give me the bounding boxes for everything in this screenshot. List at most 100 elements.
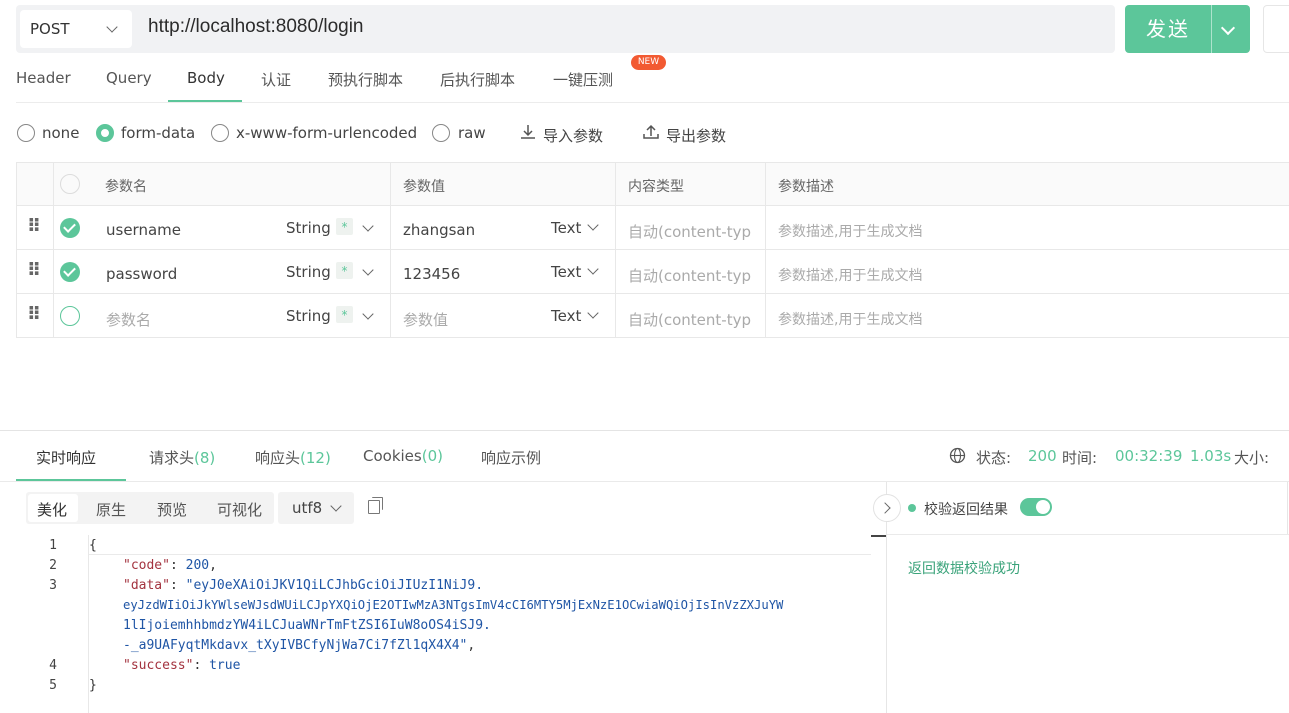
validate-toggle[interactable] <box>1020 498 1052 516</box>
chevron-down-icon[interactable] <box>587 219 599 231</box>
tab-post-script[interactable]: 后执行脚本 <box>440 69 515 90</box>
radio-form-data-label[interactable]: form-data <box>121 124 195 142</box>
json-value: -_a9UAFyqtMkdavx_tXyIVBCfyNjWa7Ci7fZl1qX… <box>123 638 468 653</box>
format-visualize[interactable]: 可视化 <box>217 499 262 520</box>
tab-pre-script[interactable]: 预执行脚本 <box>328 69 403 90</box>
chevron-down-icon[interactable] <box>362 264 374 276</box>
value-type[interactable]: Text <box>551 307 581 325</box>
collapse-panel-button[interactable] <box>873 494 901 522</box>
radio-none-label[interactable]: none <box>42 124 79 142</box>
encoding-select[interactable]: utf8 <box>278 492 354 524</box>
param-type[interactable]: String <box>286 307 331 325</box>
content-type[interactable]: 自动(content-typ <box>628 221 751 242</box>
tab-request-headers[interactable]: 请求头(8) <box>149 447 215 468</box>
chevron-down-icon[interactable] <box>587 263 599 275</box>
required-mark[interactable]: * <box>336 218 353 235</box>
code-line: { <box>89 538 97 553</box>
required-mark[interactable]: * <box>336 306 353 323</box>
tab-query[interactable]: Query <box>106 69 152 87</box>
scrollbar[interactable] <box>871 535 886 537</box>
format-raw[interactable]: 原生 <box>96 499 126 520</box>
new-badge: NEW <box>631 55 666 70</box>
radio-form-data[interactable] <box>96 124 114 142</box>
param-value-input[interactable]: 参数值 <box>403 309 448 330</box>
radio-none[interactable] <box>17 124 35 142</box>
export-params-button[interactable]: 导出参数 <box>666 125 726 146</box>
radio-urlencoded-label[interactable]: x-www-form-urlencoded <box>236 124 417 142</box>
param-type[interactable]: String <box>286 263 331 281</box>
json-sep: : <box>193 658 210 673</box>
current-line-highlight <box>89 554 871 555</box>
param-name[interactable]: password <box>106 265 177 283</box>
row-checkbox[interactable] <box>60 306 80 326</box>
json-sep: : <box>169 578 186 593</box>
chevron-down-icon[interactable] <box>587 307 599 319</box>
method-label: POST <box>30 20 70 38</box>
duration-value: 1.03s <box>1190 447 1232 465</box>
tab-body[interactable]: Body <box>187 69 225 87</box>
tab-count: (0) <box>421 447 443 465</box>
content-type[interactable]: 自动(content-typ <box>628 265 751 286</box>
tab-response-headers[interactable]: 响应头(12) <box>255 447 331 468</box>
param-name-input[interactable]: 参数名 <box>106 309 151 330</box>
tab-auth[interactable]: 认证 <box>261 69 291 90</box>
tabs-divider <box>0 481 1289 482</box>
line-number: 2 <box>49 558 57 573</box>
format-pretty[interactable]: 美化 <box>37 499 67 520</box>
radio-raw-label[interactable]: raw <box>458 124 486 142</box>
line-number: 3 <box>49 578 57 593</box>
chevron-down-icon[interactable] <box>362 308 374 320</box>
panel-divider[interactable] <box>0 430 1289 431</box>
code-line-wrap: -_a9UAFyqtMkdavx_tXyIVBCfyNjWa7Ci7fZl1qX… <box>123 638 475 653</box>
code-line: "data": "eyJ0eXAiOiJKV1QiLCJhbGciOiJIUzI… <box>123 578 483 593</box>
json-key: "success" <box>123 658 194 673</box>
drag-handle-icon[interactable]: ⠿ <box>27 304 41 325</box>
col-header-value: 参数值 <box>403 179 445 195</box>
pane-divider <box>887 534 1289 535</box>
radio-urlencoded[interactable] <box>211 124 229 142</box>
value-type[interactable]: Text <box>551 219 581 237</box>
chevron-right-icon <box>879 502 891 514</box>
content-type[interactable]: 自动(content-typ <box>628 309 751 330</box>
radio-raw[interactable] <box>432 124 450 142</box>
col-divider <box>390 163 391 338</box>
json-value: 200 <box>185 558 210 573</box>
format-preview[interactable]: 预览 <box>157 499 187 520</box>
status-label: 状态: <box>976 449 1012 467</box>
col-divider <box>615 163 616 338</box>
param-description[interactable]: 参数描述,用于生成文档 <box>778 265 922 285</box>
tab-response-examples[interactable]: 响应示例 <box>481 447 541 468</box>
tab-header[interactable]: Header <box>16 69 71 87</box>
row-divider <box>16 162 1289 163</box>
drag-handle-icon[interactable]: ⠿ <box>27 216 41 237</box>
param-value[interactable]: 123456 <box>403 265 460 283</box>
code-line: "success": true <box>123 658 240 673</box>
json-key: "code" <box>123 558 170 573</box>
chevron-down-icon[interactable] <box>362 220 374 232</box>
drag-handle-icon[interactable]: ⠿ <box>27 260 41 281</box>
save-button[interactable] <box>1263 5 1289 53</box>
send-divider <box>1211 5 1212 53</box>
param-type[interactable]: String <box>286 219 331 237</box>
time-value: 00:32:39 <box>1115 447 1183 465</box>
param-description[interactable]: 参数描述,用于生成文档 <box>778 309 922 329</box>
param-description[interactable]: 参数描述,用于生成文档 <box>778 221 922 241</box>
copy-icon-back <box>372 497 383 510</box>
param-value[interactable]: zhangsan <box>403 221 475 239</box>
required-mark[interactable]: * <box>336 262 353 279</box>
value-type[interactable]: Text <box>551 263 581 281</box>
method-select[interactable]: POST <box>20 10 132 48</box>
export-icon <box>643 124 659 139</box>
tab-stress-test[interactable]: 一键压测 <box>553 69 613 90</box>
col-header-description: 参数描述 <box>778 179 834 195</box>
row-checkbox[interactable] <box>60 262 80 282</box>
import-params-button[interactable]: 导入参数 <box>543 125 603 146</box>
url-input[interactable]: http://localhost:8080/login <box>148 16 364 38</box>
size-label: 大小: <box>1234 449 1270 467</box>
validation-result: 返回数据校验成功 <box>908 561 1020 577</box>
select-all-checkbox[interactable] <box>60 174 80 194</box>
row-checkbox[interactable] <box>60 218 80 238</box>
tab-cookies[interactable]: Cookies(0) <box>363 447 443 465</box>
param-name[interactable]: username <box>106 221 181 239</box>
tab-live-response[interactable]: 实时响应 <box>36 447 96 468</box>
